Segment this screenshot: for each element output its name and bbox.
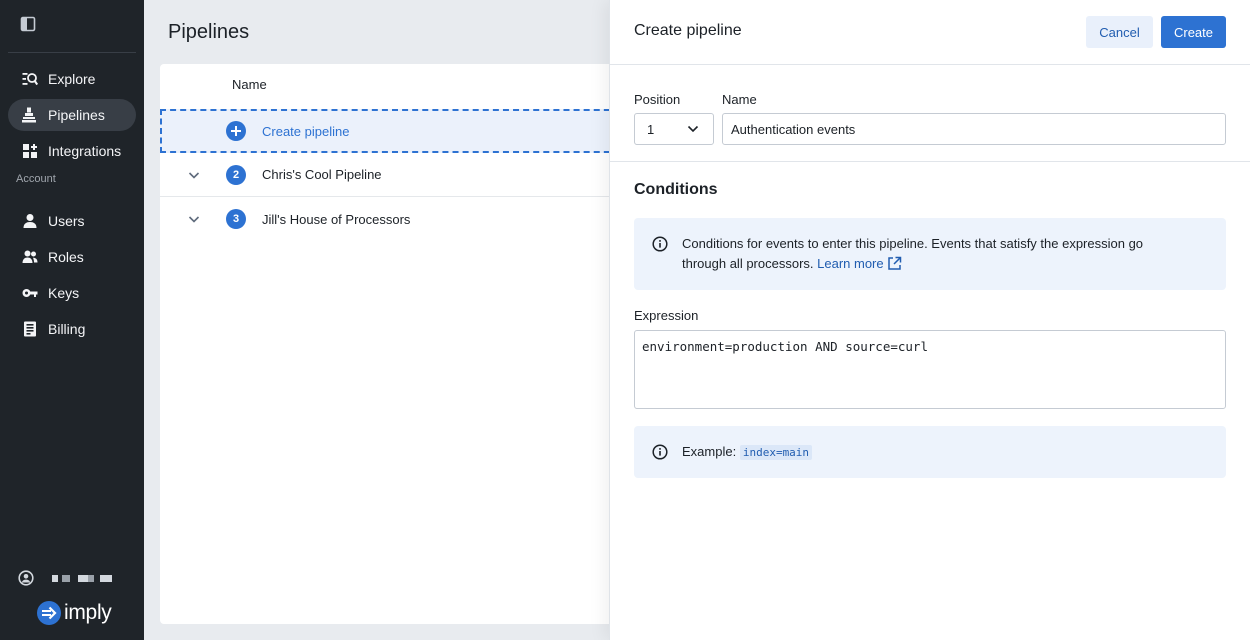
- create-pipeline-label: Create pipeline: [262, 123, 350, 139]
- expression-label: Expression: [634, 308, 699, 323]
- sidebar: Explore Pipelines Integrations Account U…: [0, 0, 144, 640]
- sidebar-item-label: Explore: [48, 71, 96, 87]
- pipeline-index-badge: 2: [226, 164, 246, 185]
- position-select[interactable]: 1: [634, 113, 714, 145]
- example-text: Example: index=main: [682, 442, 813, 463]
- pipeline-index-badge: 3: [226, 209, 246, 229]
- name-label: Name: [722, 92, 757, 107]
- create-pipeline-row[interactable]: Create pipeline: [160, 109, 630, 153]
- billing-icon: [22, 321, 38, 337]
- chevron-down-icon[interactable]: [187, 168, 201, 182]
- example-callout: Example: index=main: [634, 426, 1226, 478]
- user-menu[interactable]: [18, 570, 112, 586]
- explore-icon: [22, 71, 38, 87]
- key-icon: [22, 285, 38, 301]
- page-title: Pipelines: [168, 21, 250, 43]
- position-label: Position: [634, 92, 681, 107]
- integrations-icon: [22, 143, 38, 159]
- conditions-info-text: Conditions for events to enter this pipe…: [682, 234, 1143, 274]
- sidebar-nav: Explore Pipelines Integrations Account U…: [8, 63, 136, 349]
- imply-logo: imply: [37, 601, 112, 625]
- example-code: index=main: [739, 445, 813, 460]
- table-row[interactable]: 3 Jill's House of Processors: [160, 197, 630, 241]
- info-icon: [652, 444, 668, 460]
- conditions-info-line1: Conditions for events to enter this pipe…: [682, 236, 1144, 251]
- position-value: 1: [647, 121, 655, 137]
- table-row[interactable]: 2 Chris's Cool Pipeline: [160, 153, 630, 197]
- expression-textarea[interactable]: environment=production AND source=curl: [634, 330, 1226, 409]
- drawer-header: Create pipeline Cancel Create: [610, 0, 1250, 65]
- sidebar-item-keys[interactable]: Keys: [8, 277, 136, 309]
- redacted-username: [48, 574, 112, 582]
- sidebar-item-label: Billing: [48, 321, 86, 337]
- create-pipeline-drawer: Create pipeline Cancel Create Position N…: [610, 0, 1250, 640]
- pipelines-table: Name Create pipeline 2 Chris's Cool Pipe…: [160, 64, 630, 624]
- learn-more-label: Learn more: [817, 256, 884, 271]
- logo-text: imply: [64, 601, 112, 624]
- pipeline-name: Jill's House of Processors: [262, 211, 411, 227]
- sidebar-item-label: Keys: [48, 285, 80, 301]
- column-header-name: Name: [232, 77, 267, 92]
- sidebar-item-roles[interactable]: Roles: [8, 241, 136, 273]
- conditions-title: Conditions: [634, 181, 718, 198]
- example-label: Example:: [682, 444, 737, 459]
- sidebar-item-explore[interactable]: Explore: [8, 63, 136, 95]
- logo-arrow-icon: [37, 601, 61, 625]
- conditions-info-callout: Conditions for events to enter this pipe…: [634, 218, 1226, 290]
- learn-more-link[interactable]: Learn more: [817, 256, 901, 271]
- sidebar-item-label: Roles: [48, 249, 84, 265]
- name-input[interactable]: [722, 113, 1226, 145]
- sidebar-item-pipelines[interactable]: Pipelines: [8, 99, 136, 131]
- conditions-info-line2: through all processors.: [682, 256, 814, 271]
- plus-icon: [226, 121, 246, 141]
- sidebar-toggle-icon[interactable]: [20, 16, 36, 32]
- user-icon: [22, 213, 38, 229]
- external-link-icon: [887, 256, 902, 271]
- pipeline-fields: Position Name 1: [610, 65, 1250, 162]
- cancel-button[interactable]: Cancel: [1086, 16, 1153, 48]
- sidebar-item-label: Integrations: [48, 143, 122, 159]
- sidebar-item-users[interactable]: Users: [8, 205, 136, 237]
- create-button[interactable]: Create: [1161, 16, 1226, 48]
- pipeline-name: Chris's Cool Pipeline: [262, 167, 382, 182]
- chevron-down-icon: [687, 123, 699, 135]
- sidebar-item-label: Users: [48, 213, 85, 229]
- sidebar-item-label: Pipelines: [48, 107, 105, 123]
- user-circle-icon: [18, 570, 34, 586]
- sidebar-divider: [8, 52, 136, 53]
- roles-icon: [22, 249, 38, 265]
- sidebar-section-account: Account: [16, 173, 56, 185]
- sidebar-item-billing[interactable]: Billing: [8, 313, 136, 345]
- chevron-down-icon[interactable]: [187, 212, 201, 226]
- drawer-title: Create pipeline: [634, 22, 742, 39]
- sidebar-item-integrations[interactable]: Integrations: [8, 135, 136, 167]
- pipelines-icon: [22, 107, 38, 123]
- info-icon: [652, 236, 668, 252]
